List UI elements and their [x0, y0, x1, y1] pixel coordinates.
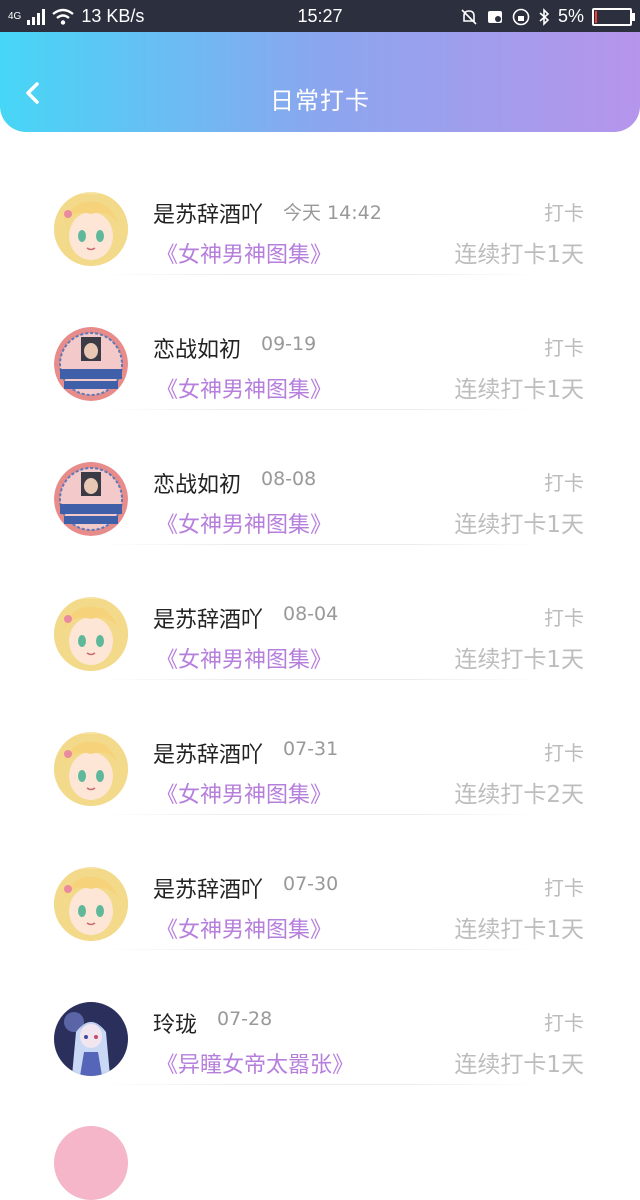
user-name[interactable]: 恋战如初: [153, 332, 241, 364]
mute-bell-icon: [461, 8, 477, 25]
avatar[interactable]: [54, 1002, 128, 1076]
avatar: [54, 1126, 128, 1200]
checkin-badge: 打卡: [544, 741, 584, 765]
checkin-date: 07-31: [283, 738, 339, 760]
album-title[interactable]: 《女神男神图集》: [156, 777, 332, 809]
streak-label: 连续打卡1天: [454, 377, 584, 403]
checkin-row[interactable]: 玲珑 07-28 《异瞳女帝太嚣张》 打卡 连续打卡1天: [0, 950, 640, 1085]
album-title[interactable]: 《异瞳女帝太嚣张》: [156, 1047, 354, 1079]
row-divider: [100, 1084, 540, 1085]
user-name[interactable]: 玲珑: [153, 1007, 197, 1039]
streak-label: 连续打卡1天: [454, 917, 584, 943]
bluetooth-icon: [539, 7, 550, 26]
checkin-row[interactable]: 恋战如初 08-08 《女神男神图集》 打卡 连续打卡1天: [0, 410, 640, 545]
battery-level: [595, 10, 597, 23]
checkin-date: 08-08: [261, 468, 317, 490]
checkin-date: 08-04: [283, 603, 339, 625]
streak-label: 连续打卡1天: [454, 647, 584, 673]
status-right: 5%: [460, 6, 635, 27]
album-title[interactable]: 《女神男神图集》: [156, 237, 332, 269]
checkin-row[interactable]: 是苏辞酒吖 07-30 《女神男神图集》 打卡 连续打卡1天: [0, 815, 640, 950]
user-name[interactable]: 是苏辞酒吖: [153, 872, 263, 904]
avatar[interactable]: [54, 732, 128, 806]
streak-label: 连续打卡1天: [454, 512, 584, 538]
streak-label: 连续打卡2天: [454, 782, 584, 808]
checkin-list: 是苏辞酒吖 今天 14:42 《女神男神图集》 打卡 连续打卡1天 恋战如初 0…: [0, 140, 640, 1085]
album-title[interactable]: 《女神男神图集》: [156, 507, 332, 539]
user-name[interactable]: 是苏辞酒吖: [153, 602, 263, 634]
checkin-badge: 打卡: [544, 336, 584, 360]
checkin-badge: 打卡: [544, 1011, 584, 1035]
avatar[interactable]: [54, 192, 128, 266]
user-name[interactable]: 恋战如初: [153, 467, 241, 499]
user-name[interactable]: 是苏辞酒吖: [153, 737, 263, 769]
checkin-badge: 打卡: [544, 471, 584, 495]
page-title: 日常打卡: [270, 87, 370, 115]
album-title[interactable]: 《女神男神图集》: [156, 372, 332, 404]
checkin-row[interactable]: 是苏辞酒吖 今天 14:42 《女神男神图集》 打卡 连续打卡1天: [0, 140, 640, 275]
user-name[interactable]: 是苏辞酒吖: [153, 197, 263, 229]
checkin-row[interactable]: 是苏辞酒吖 08-04 《女神男神图集》 打卡 连续打卡1天: [0, 545, 640, 680]
checkin-date: 09-19: [261, 333, 317, 355]
rotation-lock-icon: [512, 8, 530, 25]
streak-label: 连续打卡1天: [454, 1052, 584, 1078]
avatar[interactable]: [54, 867, 128, 941]
checkin-date: 07-28: [217, 1008, 273, 1030]
avatar[interactable]: [54, 597, 128, 671]
checkin-badge: 打卡: [544, 876, 584, 900]
checkin-date: 07-30: [283, 873, 339, 895]
streak-label: 连续打卡1天: [454, 242, 584, 268]
album-title[interactable]: 《女神男神图集》: [156, 912, 332, 944]
album-title[interactable]: 《女神男神图集》: [156, 642, 332, 674]
avatar[interactable]: [54, 327, 128, 401]
checkin-badge: 打卡: [544, 606, 584, 630]
battery-percent: 5%: [557, 6, 584, 26]
battery-icon: [592, 7, 635, 26]
checkin-badge: 打卡: [544, 201, 584, 225]
checkin-date: 今天 14:42: [283, 202, 382, 224]
header-bar: 日常打卡: [0, 32, 640, 132]
checkin-row[interactable]: 是苏辞酒吖 07-31 《女神男神图集》 打卡 连续打卡2天: [0, 680, 640, 815]
avatar[interactable]: [54, 462, 128, 536]
status-bar: 4G 13 KB/s 15:27 5%: [0, 0, 640, 32]
data-saver-icon: [487, 10, 502, 23]
checkin-row[interactable]: 恋战如初 09-19 《女神男神图集》 打卡 连续打卡1天: [0, 275, 640, 410]
